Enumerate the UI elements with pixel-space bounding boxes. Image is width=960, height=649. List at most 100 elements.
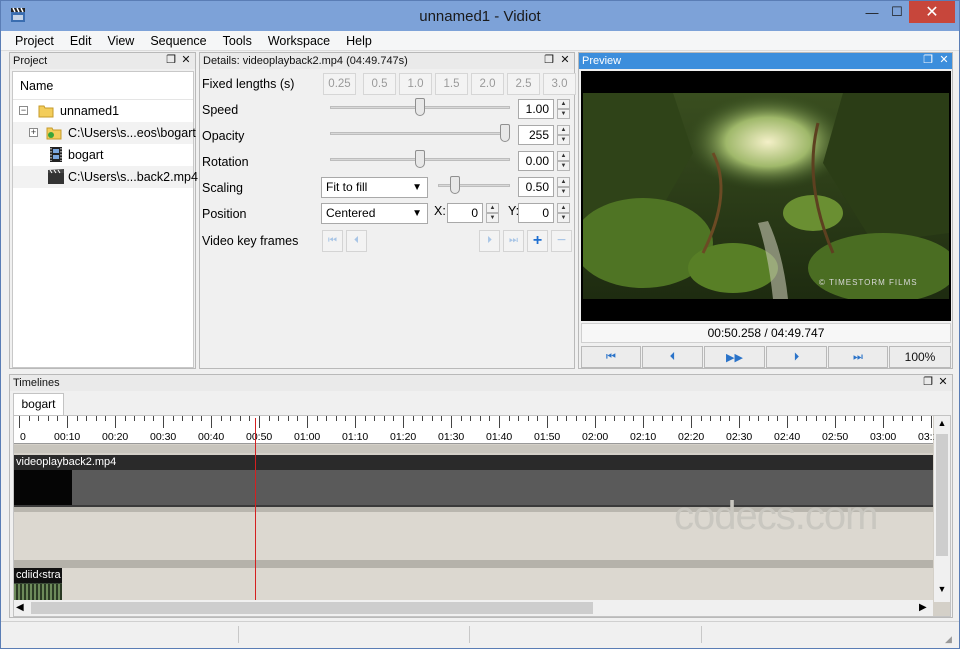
- timeline-area[interactable]: 0 00:10 00:20 00:30 00:40 00:50 01:00 01:10 01:2…: [13, 415, 951, 617]
- rotation-input[interactable]: 0.00: [518, 151, 554, 171]
- play-button[interactable]: ▶▶: [704, 346, 765, 368]
- fixed-length-button[interactable]: 1.0: [399, 73, 432, 95]
- playhead-cursor[interactable]: [255, 418, 256, 600]
- ruler-minor-tick: [479, 416, 481, 421]
- ruler-label: 02:00: [582, 431, 609, 443]
- ruler-major-tick: [835, 416, 836, 428]
- horizontal-scroll-thumb[interactable]: [31, 602, 593, 614]
- menu-project[interactable]: Project: [7, 34, 62, 48]
- preview-panel-header[interactable]: Preview ❐ ✕: [579, 53, 952, 69]
- vertical-scroll-thumb[interactable]: [936, 434, 948, 556]
- fixed-length-button[interactable]: 3.0: [543, 73, 576, 95]
- panel-close-icon[interactable]: ✕: [938, 54, 950, 67]
- resize-grip-icon[interactable]: ◢: [945, 634, 952, 645]
- video-clip-header: [14, 455, 933, 470]
- scroll-up-icon[interactable]: ▲: [935, 418, 949, 428]
- tree-column-name[interactable]: Name: [13, 72, 193, 100]
- scroll-left-icon[interactable]: ◀: [16, 602, 24, 613]
- tree-item-video-file[interactable]: C:\Users\s...back2.mp4: [13, 166, 198, 188]
- opacity-slider[interactable]: [330, 132, 510, 135]
- panel-maximize-icon[interactable]: ❐: [543, 54, 555, 67]
- position-y-stepper[interactable]: ▲ ▼: [557, 203, 570, 223]
- ruler-minor-tick: [316, 416, 318, 421]
- scroll-right-icon[interactable]: ▶: [919, 602, 927, 613]
- ruler-minor-tick: [57, 416, 59, 421]
- go-to-end-button[interactable]: ⏭: [828, 346, 888, 368]
- last-keyframe-icon[interactable]: ⏭: [503, 230, 524, 252]
- collapse-icon[interactable]: −: [19, 106, 28, 115]
- ruler-label: 00:30: [150, 431, 177, 443]
- menu-workspace[interactable]: Workspace: [260, 34, 338, 48]
- title-bar[interactable]: unnamed1 - Vidiot — ☐ ✕: [1, 1, 959, 31]
- scaling-slider-thumb[interactable]: [450, 176, 461, 194]
- first-keyframe-icon[interactable]: ⏮: [322, 230, 343, 252]
- position-x-input[interactable]: 0: [447, 203, 483, 223]
- tab-bogart[interactable]: bogart: [13, 393, 64, 415]
- vertical-scrollbar[interactable]: ▲ ▼: [934, 416, 950, 602]
- horizontal-scrollbar[interactable]: ◀ ▶: [14, 600, 933, 616]
- fixed-length-button[interactable]: 0.5: [363, 73, 396, 95]
- speed-stepper[interactable]: ▲ ▼: [557, 99, 570, 119]
- timelines-panel-header[interactable]: Timelines ❐ ✕: [10, 375, 952, 391]
- ruler-minor-tick: [575, 416, 577, 421]
- panel-close-icon[interactable]: ✕: [937, 376, 949, 389]
- audio-waveform: [14, 584, 62, 600]
- expand-icon[interactable]: +: [29, 128, 38, 137]
- panel-maximize-icon[interactable]: ❐: [165, 54, 177, 67]
- fixed-length-button[interactable]: 0.25: [323, 73, 356, 95]
- ruler-major-tick: [403, 416, 404, 428]
- menu-sequence[interactable]: Sequence: [142, 34, 214, 48]
- panel-close-icon[interactable]: ✕: [559, 54, 571, 67]
- previous-keyframe-icon[interactable]: ⏴: [346, 230, 367, 252]
- fixed-length-button[interactable]: 2.0: [471, 73, 504, 95]
- scaling-select[interactable]: Fit to fill ▼: [321, 177, 428, 198]
- menu-view[interactable]: View: [99, 34, 142, 48]
- menu-tools[interactable]: Tools: [215, 34, 260, 48]
- go-to-start-button[interactable]: ⏮: [581, 346, 641, 368]
- ruler-minor-tick: [652, 416, 654, 421]
- next-keyframe-icon[interactable]: ⏵: [479, 230, 500, 252]
- ruler-minor-tick: [460, 416, 462, 421]
- next-frame-button[interactable]: ⏵: [766, 346, 827, 368]
- panel-maximize-icon[interactable]: ❐: [922, 54, 934, 67]
- scaling-input[interactable]: 0.50: [518, 177, 554, 197]
- panel-close-icon[interactable]: ✕: [180, 54, 192, 67]
- ruler-label: 0: [20, 431, 26, 443]
- video-canvas[interactable]: © TIMESTORM FILMS: [581, 71, 951, 321]
- fixed-length-button[interactable]: 1.5: [435, 73, 468, 95]
- minimize-button[interactable]: —: [859, 1, 885, 23]
- menu-edit[interactable]: Edit: [62, 34, 100, 48]
- panel-maximize-icon[interactable]: ❐: [922, 376, 934, 389]
- position-select[interactable]: Centered ▼: [321, 203, 428, 224]
- rotation-slider-thumb[interactable]: [415, 150, 425, 168]
- position-x-stepper[interactable]: ▲ ▼: [486, 203, 499, 223]
- details-panel-header[interactable]: Details: videoplayback2.mp4 (04:49.747s)…: [200, 53, 574, 69]
- position-y-input[interactable]: 0: [518, 203, 554, 223]
- previous-frame-button[interactable]: ⏴: [642, 346, 703, 368]
- audio-track[interactable]: cdiid‹stra: [14, 568, 933, 600]
- close-button[interactable]: ✕: [909, 1, 955, 23]
- opacity-input[interactable]: 255: [518, 125, 554, 145]
- scaling-slider[interactable]: [438, 184, 510, 187]
- zoom-button[interactable]: 100%: [889, 346, 951, 368]
- fixed-length-button[interactable]: 2.5: [507, 73, 540, 95]
- project-panel-header[interactable]: Project ❐ ✕: [10, 53, 195, 69]
- time-ruler[interactable]: 0 00:10 00:20 00:30 00:40 00:50 01:00 01:10 01:2…: [14, 416, 938, 444]
- menu-help[interactable]: Help: [338, 34, 380, 48]
- ruler-minor-tick: [748, 416, 750, 421]
- project-tree[interactable]: Name − unnamed1 + C:\Users\s...eos\bogar…: [12, 71, 198, 368]
- speed-input[interactable]: 1.00: [518, 99, 554, 119]
- tree-item-sequence[interactable]: bogart: [13, 144, 193, 166]
- scroll-down-icon[interactable]: ▼: [935, 584, 949, 594]
- opacity-slider-thumb[interactable]: [500, 124, 510, 142]
- maximize-button[interactable]: ☐: [885, 1, 909, 23]
- scaling-stepper[interactable]: ▲ ▼: [557, 177, 570, 197]
- rotation-stepper[interactable]: ▲ ▼: [557, 151, 570, 171]
- audio-clip[interactable]: cdiid‹stra: [14, 568, 62, 600]
- speed-slider-thumb[interactable]: [415, 98, 425, 116]
- opacity-stepper[interactable]: ▲ ▼: [557, 125, 570, 145]
- add-keyframe-icon[interactable]: +: [527, 230, 548, 252]
- tree-item-unnamed1[interactable]: − unnamed1: [13, 100, 193, 122]
- remove-keyframe-icon[interactable]: −: [551, 230, 572, 252]
- tree-item-auto-folder[interactable]: + C:\Users\s...eos\bogart: [13, 122, 196, 144]
